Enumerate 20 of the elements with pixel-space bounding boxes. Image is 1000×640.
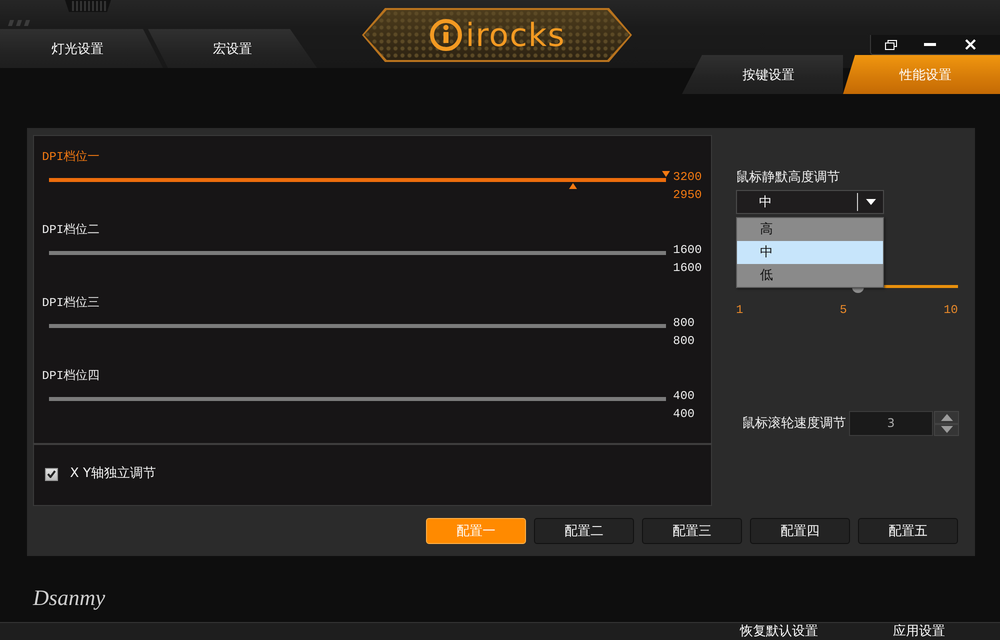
dpi-reading: 3200 <box>673 169 702 186</box>
dpi-level-label: DPI档位三 <box>42 295 101 311</box>
logo-wordmark: irocks <box>466 17 566 53</box>
dpi-level-label: DPI档位二 <box>42 222 101 238</box>
checkbox-label: X Y轴独立调节 <box>70 466 156 482</box>
dpi-reading: 800 <box>673 315 695 332</box>
dpi-reading: 800 <box>673 333 695 350</box>
brand-wordmark: Dsanmy <box>33 585 106 610</box>
setting-label: 鼠标静默高度调节 <box>736 170 840 186</box>
setting-label: 鼠标滚轮速度调节 <box>742 416 846 432</box>
dpi-level-label: DPI档位一 <box>42 149 101 165</box>
dpi-reading: 400 <box>673 388 695 405</box>
dpi-reading: 1600 <box>673 260 702 277</box>
tick-label: 1 <box>736 303 744 317</box>
dpi-reading: 2950 <box>673 187 702 204</box>
tick-label: 5 <box>840 303 847 317</box>
tick-label: 10 <box>944 303 958 317</box>
dpi-reading: 1600 <box>673 242 702 259</box>
dpi-level-label: DPI档位四 <box>42 368 101 384</box>
dpi-reading: 400 <box>673 406 695 423</box>
